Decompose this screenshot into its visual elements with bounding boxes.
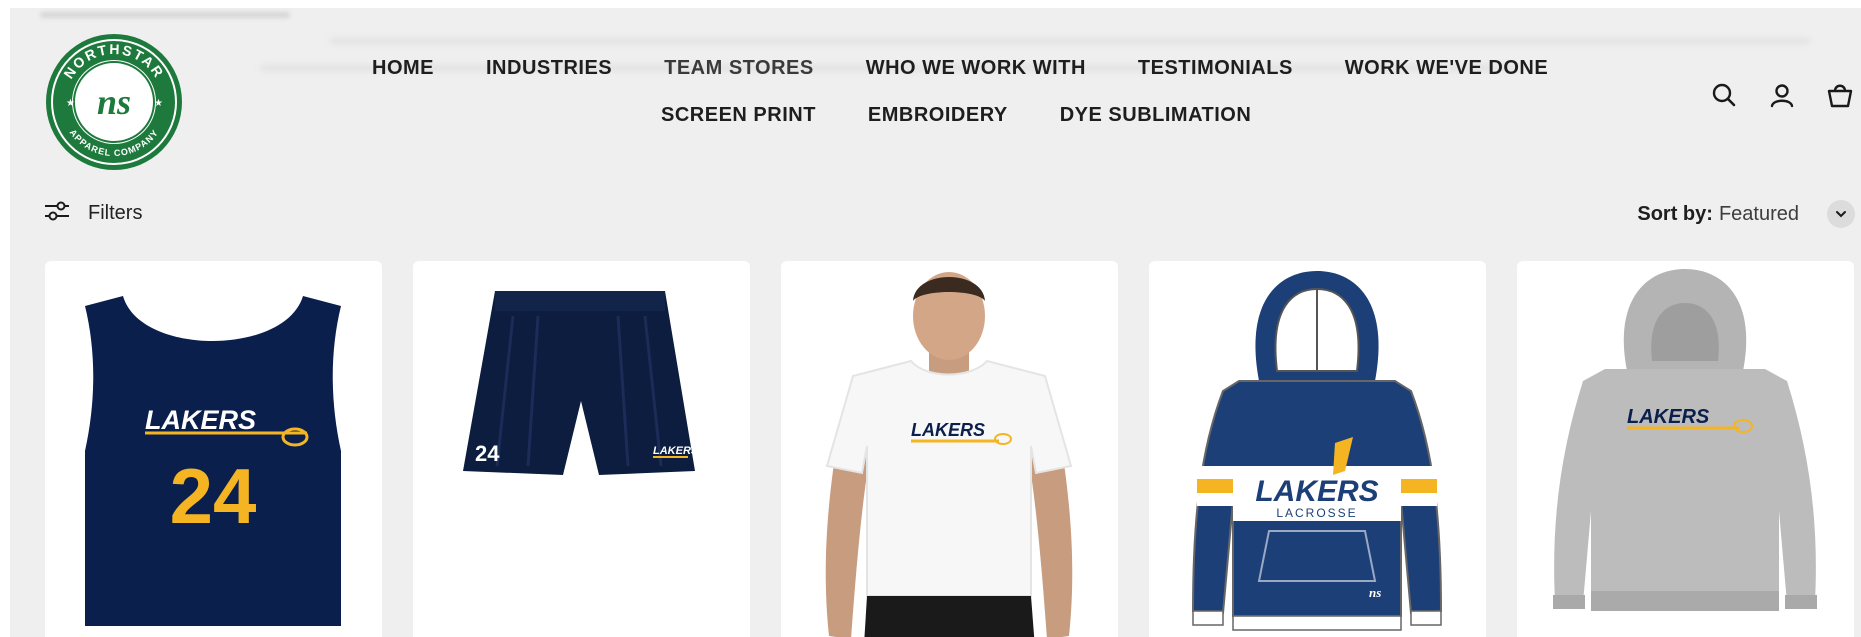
product-logo-text: LAKERS [653,445,699,457]
nav-screen-print[interactable]: SCREEN PRINT [661,104,816,127]
product-logo-text: LAKERS [1627,406,1710,428]
nav-who-we-work-with[interactable]: WHO WE WORK WITH [866,57,1086,80]
product-card[interactable]: LAKERS LACROSSE ns [1149,261,1486,637]
product-card[interactable]: 24 LAKERS [413,261,750,637]
nav-dye-sublimation[interactable]: DYE SUBLIMATION [1060,104,1252,127]
logo-monogram: ns [97,82,131,122]
account-icon[interactable] [1767,80,1797,110]
nav-embroidery[interactable]: EMBROIDERY [868,104,1008,127]
sliders-icon [44,201,70,226]
nav-home[interactable]: HOME [372,57,434,80]
filters-button[interactable]: Filters [44,201,142,226]
nav-industries[interactable]: INDUSTRIES [486,57,612,80]
product-card[interactable]: LAKERS [781,261,1118,637]
main-nav-row-1: HOME INDUSTRIES TEAM STORES WHO WE WORK … [372,57,1600,80]
filters-label: Filters [88,202,143,224]
svg-text:★: ★ [66,98,75,109]
sort-label: Sort by: [1637,202,1713,225]
product-sub-text: LACROSSE [1276,506,1357,520]
product-card[interactable]: LAKERS 24 [45,261,382,637]
product-image-pinnie: LAKERS 24 [85,296,341,626]
product-logo-text: LAKERS [145,405,256,435]
product-card[interactable]: LAKERS [1517,261,1854,637]
product-badge-text: ns [1369,585,1381,600]
product-image-grey-hoodie: LAKERS [1553,269,1817,611]
header-actions [1709,80,1855,110]
product-grid: LAKERS 24 24 LAKERS LAKERS LAKERS LACROS… [45,261,1854,637]
product-image-tee: LAKERS [825,272,1073,637]
nav-team-stores[interactable]: TEAM STORES [664,57,814,80]
nav-testimonials[interactable]: TESTIMONIALS [1138,57,1293,80]
sort-value: Featured [1718,202,1799,225]
product-image-shorts: 24 LAKERS [463,291,699,475]
svg-text:★: ★ [154,98,163,109]
product-number: 24 [475,441,500,466]
product-logo-text: LAKERS [911,420,985,440]
chevron-down-icon[interactable] [1827,200,1855,228]
sort-control[interactable]: Sort by: Featured [1637,200,1855,228]
blurred-text-line [330,38,1810,44]
product-logo-text: LAKERS [1255,475,1378,508]
product-image-striped-hoodie: LAKERS LACROSSE ns [1191,271,1443,631]
brand-logo[interactable]: NORTHSTAR APPAREL COMPANY ns ★ ★ [44,32,184,172]
product-number: 24 [170,452,257,540]
announcement-bar [40,12,290,18]
main-nav-row-2: SCREEN PRINT EMBROIDERY DYE SUBLIMATION [661,104,1303,127]
search-icon[interactable] [1709,80,1739,110]
nav-work-weve-done[interactable]: WORK WE'VE DONE [1345,57,1548,80]
cart-icon[interactable] [1825,80,1855,110]
page: NORTHSTAR APPAREL COMPANY ns ★ ★ HOME IN… [10,8,1861,637]
